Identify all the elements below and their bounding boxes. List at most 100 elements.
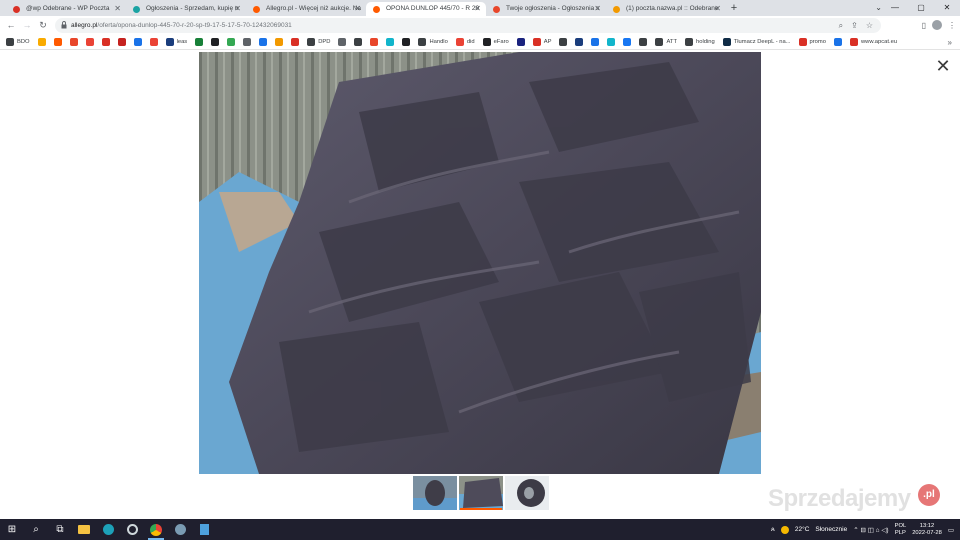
bookmark-item[interactable]: www.apcat.eu — [849, 38, 897, 46]
bookmark-item[interactable]: eFaro — [482, 38, 509, 46]
thumbnail-3[interactable] — [505, 476, 549, 510]
task-view-icon[interactable]: ⧉ — [48, 519, 72, 540]
bookmark-item[interactable] — [69, 38, 78, 46]
lock-icon[interactable] — [61, 21, 67, 29]
notification-icon[interactable]: ▭ — [948, 526, 954, 534]
tab-5[interactable]: (1) poczta.nazwa.pl :: Odebrane ✕ — [606, 2, 726, 16]
bookmark-item[interactable] — [370, 38, 379, 46]
bookmark-item[interactable]: did — [455, 38, 475, 46]
bookmark-item[interactable] — [211, 38, 220, 46]
clock[interactable]: 13:12 2022-07-28 — [912, 523, 942, 537]
bookmark-item[interactable] — [259, 38, 268, 46]
edge-icon[interactable] — [96, 519, 120, 540]
bookmark-favicon-icon — [386, 38, 395, 46]
bookmark-item[interactable] — [402, 38, 411, 46]
tab-1[interactable]: Ogłoszenia - Sprzedam, kupię n ✕ — [126, 2, 246, 16]
bookmark-item[interactable] — [639, 38, 648, 46]
bookmark-item[interactable]: BDO — [6, 38, 30, 46]
bookmark-item[interactable] — [516, 38, 525, 46]
tab-close-icon[interactable]: ✕ — [594, 2, 601, 16]
bookmark-favicon-icon — [338, 38, 347, 46]
bookmark-item[interactable] — [149, 38, 158, 46]
bookmark-item[interactable] — [607, 38, 616, 46]
bookmark-item[interactable] — [291, 38, 300, 46]
bookmark-item[interactable] — [559, 38, 568, 46]
tab-close-icon[interactable]: ✕ — [114, 2, 121, 16]
bookmark-item[interactable] — [85, 38, 94, 46]
app-icon[interactable] — [168, 519, 192, 540]
back-button[interactable]: ← — [4, 18, 18, 32]
bookmark-item[interactable]: promo — [798, 38, 826, 46]
side-panel-icon[interactable]: ▯ — [922, 18, 926, 33]
bookmark-item[interactable]: DPD — [307, 38, 330, 46]
tab-search-icon[interactable]: ⌄ — [875, 0, 882, 16]
tab-close-icon[interactable]: ✕ — [234, 2, 241, 16]
menu-icon[interactable]: ⋮ — [948, 18, 956, 33]
bookmark-favicon-icon — [291, 38, 300, 46]
search-icon[interactable]: ⌕ — [24, 519, 48, 540]
bookmark-item[interactable] — [275, 38, 284, 46]
notepad-icon[interactable] — [192, 519, 216, 540]
url-text[interactable]: allegro.pl/oferta/opona-dunlop-445-70-r-… — [71, 18, 292, 33]
bookmark-favicon-icon — [165, 38, 174, 46]
settings-app-icon[interactable] — [120, 519, 144, 540]
close-viewer-button[interactable]: ✕ — [935, 57, 951, 75]
bookmark-favicon-icon — [275, 38, 284, 46]
forward-button[interactable]: → — [20, 18, 34, 32]
bookmark-item[interactable] — [386, 38, 395, 46]
tab-close-icon[interactable]: ✕ — [354, 2, 361, 16]
bookmark-star-icon[interactable]: ☆ — [866, 18, 873, 33]
start-button[interactable]: ⊞ — [0, 519, 24, 540]
thumbnail-1[interactable] — [413, 476, 457, 510]
share-icon[interactable]: ⇪ — [851, 18, 858, 33]
bookmark-item[interactable] — [227, 38, 236, 46]
close-window-button[interactable]: ✕ — [934, 0, 960, 16]
bookmark-item[interactable] — [101, 38, 110, 46]
tab-2[interactable]: Allegro.pl - Więcej niż aukcje. Na ✕ — [246, 2, 366, 16]
bookmark-item[interactable] — [133, 38, 142, 46]
sun-icon — [780, 525, 789, 534]
bookmark-item[interactable] — [354, 38, 363, 46]
file-explorer-icon[interactable] — [72, 519, 96, 540]
tab-4[interactable]: Twoje ogłoszenia - Ogłoszenia s ✕ — [486, 2, 606, 16]
tab-0[interactable]: @wp Odebrane - WP Poczta ✕ — [6, 2, 126, 16]
bookmarks-more-icon[interactable]: » — [948, 38, 960, 47]
bookmark-item[interactable] — [117, 38, 126, 46]
tab-3[interactable]: OPONA DUNLOP 445/70 - R 20 ✕ — [366, 2, 486, 16]
bookmark-favicon-icon — [195, 38, 204, 46]
tab-close-icon[interactable]: ✕ — [474, 2, 481, 16]
bookmark-item[interactable]: AP — [532, 38, 551, 46]
zoom-icon[interactable]: ⌕ — [839, 18, 843, 33]
bookmark-item[interactable] — [575, 38, 584, 46]
address-bar[interactable]: allegro.pl/oferta/opona-dunlop-445-70-r-… — [55, 18, 881, 33]
minimize-button[interactable]: — — [882, 0, 908, 16]
people-icon[interactable]: ጰ — [771, 526, 775, 534]
tray-icons[interactable]: ⌃ ⊟ ◫ ⌂ ◁) — [853, 526, 888, 534]
bookmark-item[interactable] — [195, 38, 204, 46]
bookmark-item[interactable] — [591, 38, 600, 46]
thumbnail-2[interactable] — [459, 476, 503, 510]
chrome-icon[interactable] — [144, 519, 168, 540]
bookmark-item[interactable] — [833, 38, 842, 46]
language-indicator[interactable]: POL PLP — [895, 523, 907, 537]
bookmark-item[interactable]: leas — [165, 38, 188, 46]
bookmark-item[interactable] — [53, 38, 62, 46]
bookmark-item[interactable] — [338, 38, 347, 46]
bookmark-item[interactable]: Tłumacz DeepL - na... — [722, 38, 791, 46]
maximize-button[interactable]: ▢ — [908, 0, 934, 16]
bookmark-item[interactable]: Handlo — [418, 38, 448, 46]
new-tab-button[interactable]: + — [726, 2, 742, 16]
bookmark-item[interactable] — [243, 38, 252, 46]
bookmark-item[interactable] — [623, 38, 632, 46]
weather-text[interactable]: Słonecznie — [815, 526, 847, 533]
profile-avatar[interactable] — [932, 20, 942, 30]
reload-button[interactable]: ↻ — [36, 18, 50, 32]
bookmark-label: leas — [176, 39, 188, 45]
bookmark-item[interactable]: ATT — [655, 38, 677, 46]
weather-temp[interactable]: 22°C — [795, 526, 810, 533]
bookmark-item[interactable] — [37, 38, 46, 46]
bookmark-item[interactable]: holding — [685, 38, 715, 46]
tab-close-icon[interactable]: ✕ — [714, 2, 721, 16]
tab-title: (1) poczta.nazwa.pl :: Odebrane — [626, 5, 719, 12]
tab-favicon-icon — [253, 6, 260, 13]
